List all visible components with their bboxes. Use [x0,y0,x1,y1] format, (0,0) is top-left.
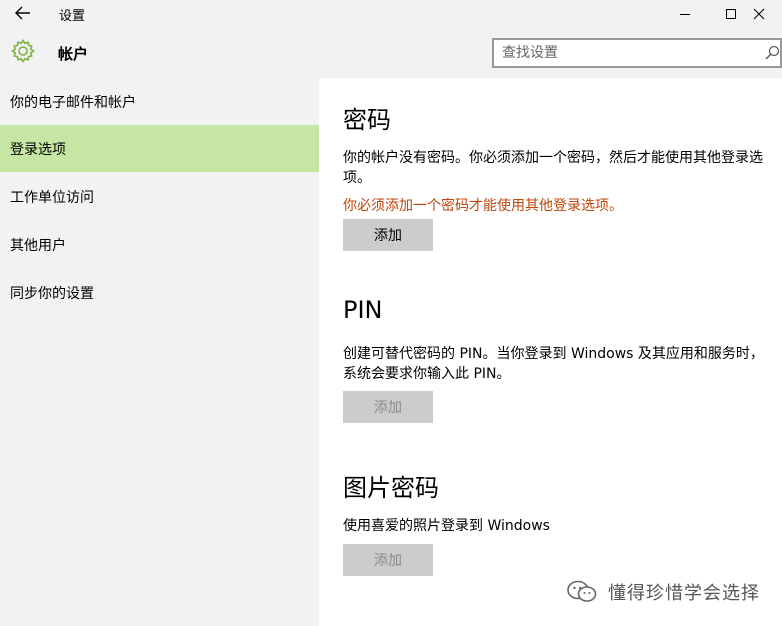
password-warning: 你必须添加一个密码才能使用其他登录选项。 [343,198,623,214]
sidebar-item-label: 你的电子邮件和帐户 [10,94,136,111]
picture-password-description: 使用喜爱的照片登录到 Windows [343,518,550,534]
close-button[interactable] [736,0,782,28]
sidebar-item-sign-in-options[interactable]: 登录选项 [0,125,319,172]
search-icon[interactable] [764,45,780,61]
minimize-icon [680,14,690,15]
search-input[interactable] [502,43,752,63]
sidebar-item-label: 工作单位访问 [10,189,94,206]
minimize-button[interactable] [662,0,708,28]
sidebar-item-label: 其他用户 [10,237,66,254]
password-heading: 密码 [343,106,391,134]
window-title: 设置 [59,9,86,24]
wechat-icon [567,580,597,602]
sidebar-item-sync-settings[interactable]: 同步你的设置 [0,269,319,316]
watermark: 懂得珍惜学会选择 [566,576,760,608]
back-arrow-icon [15,6,30,20]
pin-description: 创建可替代密码的 PIN。当你登录到 Windows 及其应用和服务时，系统会要… [343,346,764,382]
main-content: 密码 你的帐户没有密码。你必须添加一个密码，然后才能使用其他登录选项。 你必须添… [319,78,782,626]
add-password-button[interactable]: 添加 [343,219,433,251]
close-icon [753,8,765,20]
sidebar-item-label: 登录选项 [10,141,66,158]
pin-heading: PIN [343,296,383,324]
watermark-text: 懂得珍惜学会选择 [608,583,760,604]
back-button[interactable] [10,2,36,24]
page-header: 帐户 [0,28,782,78]
title-bar: 设置 [0,0,782,28]
sidebar-item-other-users[interactable]: 其他用户 [0,221,319,268]
password-description: 你的帐户没有密码。你必须添加一个密码，然后才能使用其他登录选项。 [343,150,763,186]
gear-icon [11,39,35,63]
add-picture-password-button: 添加 [343,544,433,576]
sidebar-item-email-accounts[interactable]: 你的电子邮件和帐户 [0,78,319,125]
search-box[interactable] [492,38,782,68]
sidebar: 你的电子邮件和帐户 登录选项 工作单位访问 其他用户 同步你的设置 [0,78,319,626]
page-title: 帐户 [58,45,89,63]
sidebar-item-label: 同步你的设置 [10,285,94,302]
add-pin-button: 添加 [343,391,433,423]
picture-password-heading: 图片密码 [343,474,439,502]
sidebar-item-work-access[interactable]: 工作单位访问 [0,173,319,220]
